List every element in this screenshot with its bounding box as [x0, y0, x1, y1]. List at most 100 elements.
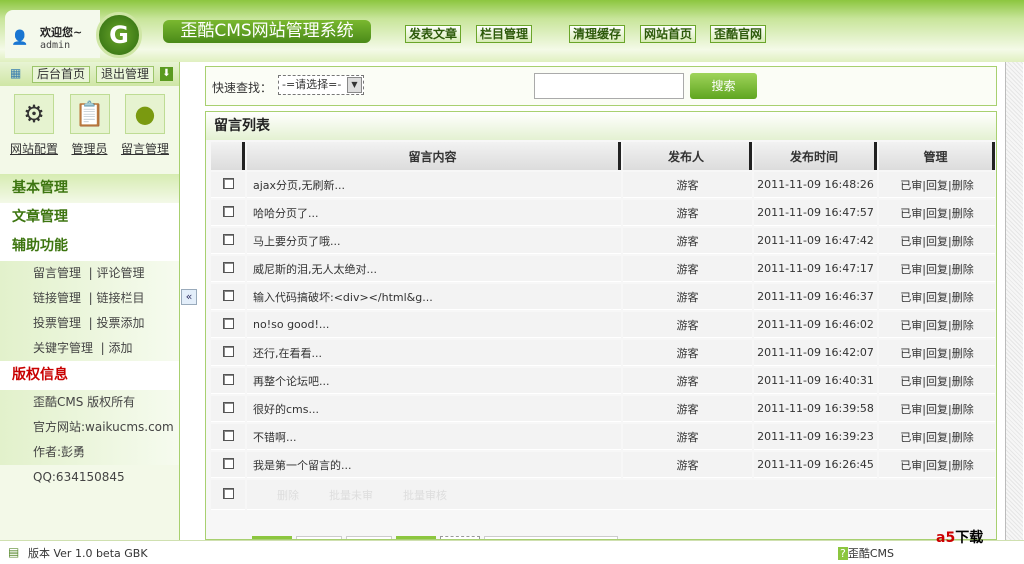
bulk-unapprove-button[interactable]: 批量未审	[329, 489, 373, 502]
message-icon: ●	[124, 94, 165, 134]
message-content[interactable]: 输入代码搞破坏:<div></html&g...	[247, 284, 621, 310]
nav-clear-cache[interactable]: 清理缓存	[569, 25, 626, 43]
message-author: 游客	[623, 368, 752, 394]
message-content[interactable]: 很好的cms...	[247, 396, 621, 422]
delete-link[interactable]: 删除	[952, 179, 974, 192]
author-info: 作者:彭勇 QQ:634150845	[0, 440, 179, 484]
row-checkbox[interactable]	[222, 289, 234, 301]
approve-link[interactable]: 已审	[900, 207, 922, 220]
bulk-approve-button[interactable]: 批量审核	[403, 489, 447, 502]
delete-link[interactable]: 删除	[952, 235, 974, 248]
aux-link[interactable]: 添加	[109, 341, 133, 355]
nav-official-site[interactable]: 歪酷官网	[710, 25, 767, 43]
row-checkbox[interactable]	[222, 457, 234, 469]
nav-post-article[interactable]: 发表文章	[405, 25, 462, 43]
delete-link[interactable]: 删除	[952, 263, 974, 276]
shortcut-admins[interactable]: 📋 管理员	[68, 94, 111, 174]
reply-link[interactable]: 回复	[926, 207, 948, 220]
message-content[interactable]: 还行,在看看...	[247, 340, 621, 366]
copyright-line: 歪酷CMS 版权所有	[0, 390, 179, 415]
approve-link[interactable]: 已审	[900, 375, 922, 388]
admin-home-button[interactable]: 后台首页	[32, 66, 91, 83]
row-checkbox[interactable]	[222, 205, 234, 217]
reply-link[interactable]: 回复	[926, 347, 948, 360]
list-title: 留言列表	[206, 112, 996, 140]
approve-link[interactable]: 已审	[900, 431, 922, 444]
delete-link[interactable]: 删除	[952, 459, 974, 472]
category-select[interactable]: -=请选择=- ▼	[278, 75, 364, 95]
bulk-delete-button[interactable]: 删除	[277, 489, 299, 502]
approve-link[interactable]: 已审	[900, 263, 922, 276]
message-content[interactable]: no!so good!...	[247, 312, 621, 338]
delete-link[interactable]: 删除	[952, 291, 974, 304]
reply-link[interactable]: 回复	[926, 319, 948, 332]
aux-link[interactable]: 评论管理	[97, 266, 145, 280]
row-checkbox[interactable]	[222, 317, 234, 329]
approve-link[interactable]: 已审	[900, 235, 922, 248]
row-checkbox[interactable]	[222, 401, 234, 413]
row-checkbox[interactable]	[222, 429, 234, 441]
approve-link[interactable]: 已审	[900, 319, 922, 332]
aux-link[interactable]: 链接管理	[33, 291, 81, 305]
reply-link[interactable]: 回复	[926, 375, 948, 388]
section-aux[interactable]: 辅助功能	[0, 232, 179, 261]
message-time: 2011-11-09 16:48:26	[754, 172, 877, 198]
message-content[interactable]: 威尼斯的泪,无人太绝对...	[247, 256, 621, 282]
message-content[interactable]: 不错啊...	[247, 424, 621, 450]
search-input[interactable]	[534, 73, 684, 99]
table-row: 再整个论坛吧... 游客 2011-11-09 16:40:31 已审|回复|删…	[211, 368, 995, 394]
approve-link[interactable]: 已审	[900, 179, 922, 192]
reply-link[interactable]: 回复	[926, 403, 948, 416]
approve-link[interactable]: 已审	[900, 347, 922, 360]
nav-category[interactable]: 栏目管理	[476, 25, 533, 43]
nav-site-home[interactable]: 网站首页	[640, 25, 697, 43]
delete-link[interactable]: 删除	[952, 375, 974, 388]
search-button[interactable]: 搜索	[690, 73, 757, 99]
aux-link[interactable]: 投票添加	[97, 316, 145, 330]
section-basic[interactable]: 基本管理	[0, 174, 179, 203]
message-author: 游客	[623, 340, 752, 366]
help-link[interactable]: ? 歪酷CMS	[838, 545, 894, 561]
delete-link[interactable]: 删除	[952, 347, 974, 360]
reply-link[interactable]: 回复	[926, 459, 948, 472]
reply-link[interactable]: 回复	[926, 291, 948, 304]
approve-link[interactable]: 已审	[900, 291, 922, 304]
search-label: 快速查找：	[212, 81, 273, 95]
aux-link[interactable]: 投票管理	[33, 316, 81, 330]
reply-link[interactable]: 回复	[926, 263, 948, 276]
message-content[interactable]: 再整个论坛吧...	[247, 368, 621, 394]
row-checkbox[interactable]	[222, 261, 234, 273]
delete-link[interactable]: 删除	[952, 431, 974, 444]
reply-link[interactable]: 回复	[926, 235, 948, 248]
arrow-down-icon[interactable]: ⬇	[160, 67, 173, 81]
section-article[interactable]: 文章管理	[0, 203, 179, 232]
message-table: 留言内容 发布人 发布时间 管理 ajax分页,无刷新... 游客 2011-1…	[209, 140, 996, 512]
row-checkbox[interactable]	[222, 345, 234, 357]
shortcut-site-config[interactable]: ⚙ 网站配置	[10, 94, 58, 174]
scrollbar[interactable]	[1005, 62, 1023, 540]
delete-link[interactable]: 删除	[952, 403, 974, 416]
delete-link[interactable]: 删除	[952, 207, 974, 220]
help-icon: ?	[838, 547, 848, 560]
approve-link[interactable]: 已审	[900, 403, 922, 416]
approve-link[interactable]: 已审	[900, 459, 922, 472]
row-checkbox[interactable]	[222, 177, 234, 189]
aux-link[interactable]: 留言管理	[33, 266, 81, 280]
aux-link[interactable]: 关键字管理	[33, 341, 93, 355]
reply-link[interactable]: 回复	[926, 431, 948, 444]
select-all-checkbox[interactable]	[222, 487, 234, 499]
logout-button[interactable]: 退出管理	[96, 66, 155, 83]
collapse-sidebar-button[interactable]: «	[181, 289, 197, 305]
row-checkbox[interactable]	[222, 233, 234, 245]
row-checkbox[interactable]	[222, 373, 234, 385]
message-content[interactable]: 马上要分页了哦...	[247, 228, 621, 254]
message-content[interactable]: 哈哈分页了...	[247, 200, 621, 226]
delete-link[interactable]: 删除	[952, 319, 974, 332]
shortcut-messages[interactable]: ● 留言管理	[121, 94, 169, 174]
reply-link[interactable]: 回复	[926, 179, 948, 192]
col-content: 留言内容	[247, 142, 621, 170]
message-content[interactable]: 我是第一个留言的...	[247, 452, 621, 478]
aux-link[interactable]: 链接栏目	[97, 291, 145, 305]
message-content[interactable]: ajax分页,无刷新...	[247, 172, 621, 198]
chevron-down-icon[interactable]: ▼	[347, 77, 362, 93]
